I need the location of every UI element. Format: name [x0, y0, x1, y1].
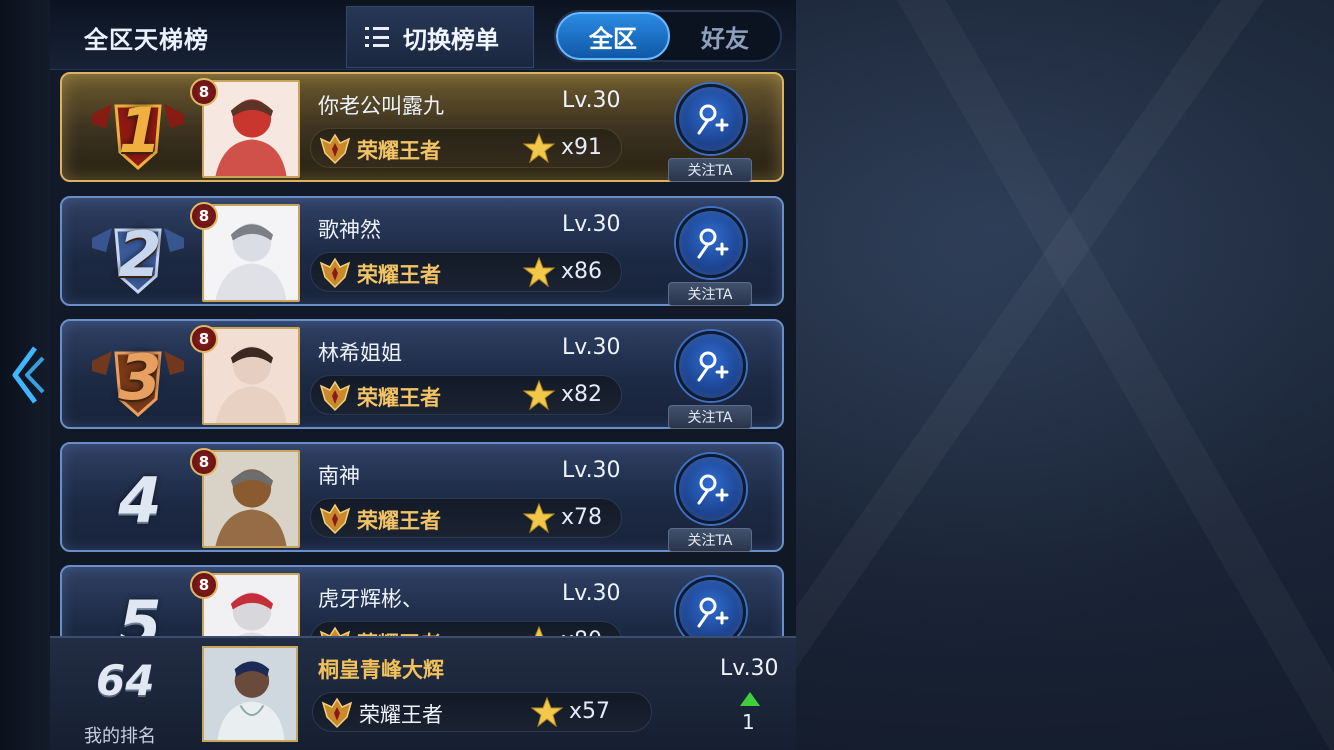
player-level: Lv.30 — [562, 88, 621, 113]
player-name: 虎牙辉彬、 — [318, 587, 423, 611]
rank-number: 4 — [118, 463, 162, 537]
my-rank-bar: 64 我的排名 桐皇青峰大辉 Lv.30 荣耀王者 x57 1 — [50, 636, 796, 750]
tier-name: 荣耀王者 — [357, 509, 441, 533]
star-count: x86 — [561, 259, 603, 284]
follow-button[interactable] — [676, 331, 746, 401]
switch-list-button[interactable]: 切换榜单 — [346, 6, 534, 68]
tier-pill: 荣耀王者 x78 — [310, 498, 622, 538]
level-badge: 8 — [190, 78, 218, 106]
level-badge: 8 — [190, 448, 218, 476]
my-rank-label: 我的排名 — [84, 726, 156, 747]
follow-label[interactable]: 关注TA — [668, 282, 752, 306]
my-avatar[interactable] — [202, 646, 298, 742]
rank-row[interactable]: 2 8 歌神然 Lv.30 荣耀王者 x86 关注TA — [60, 196, 784, 306]
star-count: x78 — [561, 505, 603, 530]
star-count: x91 — [561, 135, 603, 160]
star-count: x80 — [561, 628, 602, 636]
player-name: 林希姐姐 — [318, 341, 402, 365]
rank-number: 5 — [118, 586, 162, 637]
background-art — [796, 0, 1334, 750]
my-star-count: x57 — [569, 699, 611, 724]
king-crest-icon — [321, 697, 353, 729]
rank-change: 1 — [742, 710, 755, 734]
follow-button[interactable] — [676, 208, 746, 278]
rank-number: 1 — [118, 93, 162, 167]
rank-number: 2 — [118, 217, 162, 291]
my-player-name: 桐皇青峰大辉 — [318, 658, 444, 682]
star-icon — [534, 625, 544, 636]
my-tier-name: 荣耀王者 — [359, 703, 443, 727]
follow-label[interactable]: 关注TA — [668, 405, 752, 429]
star-count: x82 — [561, 382, 603, 407]
rank-row[interactable]: 5 8 虎牙辉彬、 Lv.30 荣耀王者 x80 — [60, 565, 784, 636]
rank-row[interactable]: 1 8 你老公叫露九 Lv.30 荣耀王者 x91 关注TA — [60, 72, 784, 182]
player-level: Lv.30 — [562, 458, 621, 483]
star-icon — [523, 502, 555, 534]
star-icon — [531, 696, 563, 728]
level-badge: 8 — [190, 571, 218, 599]
my-player-level: Lv.30 — [720, 656, 779, 681]
add-user-icon — [697, 228, 729, 259]
tab-friends[interactable]: 好友 — [670, 12, 780, 60]
tier-pill: 荣耀王者 x91 — [310, 128, 622, 168]
tier-pill: 荣耀王者 x82 — [310, 375, 622, 415]
follow-label[interactable]: 关注TA — [668, 528, 752, 552]
tier-name: 荣耀王者 — [357, 628, 441, 636]
back-button[interactable] — [6, 340, 46, 410]
player-level: Lv.30 — [562, 335, 621, 360]
switch-list-label: 切换榜单 — [403, 25, 499, 54]
king-crest-icon — [319, 257, 351, 289]
tier-pill: 荣耀王者 x80 — [310, 621, 622, 636]
rank-row[interactable]: 3 8 林希姐姐 Lv.30 荣耀王者 x82 关注TA — [60, 319, 784, 429]
player-name: 你老公叫露九 — [318, 94, 444, 118]
my-tier-pill: 荣耀王者 x57 — [312, 692, 652, 732]
star-icon — [523, 256, 555, 288]
follow-button[interactable] — [676, 84, 746, 154]
panel-title: 全区天梯榜 — [84, 26, 209, 54]
scope-toggle: 全区 好友 — [554, 10, 782, 62]
rank-list[interactable]: 1 8 你老公叫露九 Lv.30 荣耀王者 x91 关注TA 2 8 歌神然 L… — [60, 72, 786, 636]
player-level: Lv.30 — [562, 581, 621, 606]
add-user-icon — [697, 351, 729, 382]
rank-row[interactable]: 4 8 南神 Lv.30 荣耀王者 x78 关注TA — [60, 442, 784, 552]
panel-header: 全区天梯榜 切换榜单 全区 好友 — [50, 0, 796, 70]
chevron-left-double-icon — [12, 346, 45, 404]
king-crest-icon — [319, 133, 351, 165]
tier-name: 荣耀王者 — [357, 386, 441, 410]
tier-name: 荣耀王者 — [357, 139, 441, 163]
player-level: Lv.30 — [562, 212, 621, 237]
leaderboard-panel: 全区天梯榜 切换榜单 全区 好友 1 8 你老公叫露九 Lv.30 荣耀王者 x… — [50, 0, 796, 750]
player-name: 歌神然 — [318, 218, 381, 242]
king-crest-icon — [319, 626, 351, 636]
list-icon — [365, 27, 389, 47]
arrow-up-icon — [740, 692, 760, 706]
add-user-icon — [697, 597, 729, 628]
king-crest-icon — [319, 503, 351, 535]
player-name: 南神 — [318, 464, 360, 488]
follow-button[interactable] — [676, 454, 746, 524]
add-user-icon — [697, 474, 729, 505]
star-icon — [523, 132, 555, 164]
add-user-icon — [697, 104, 729, 135]
follow-label[interactable]: 关注TA — [668, 158, 752, 182]
my-rank-number: 64 — [96, 656, 155, 705]
follow-button[interactable] — [676, 577, 746, 636]
star-icon — [523, 379, 555, 411]
rank-number: 3 — [118, 340, 162, 414]
tier-pill: 荣耀王者 x86 — [310, 252, 622, 292]
level-badge: 8 — [190, 325, 218, 353]
tab-all-region[interactable]: 全区 — [556, 12, 670, 60]
level-badge: 8 — [190, 202, 218, 230]
tier-name: 荣耀王者 — [357, 263, 441, 287]
king-crest-icon — [319, 380, 351, 412]
